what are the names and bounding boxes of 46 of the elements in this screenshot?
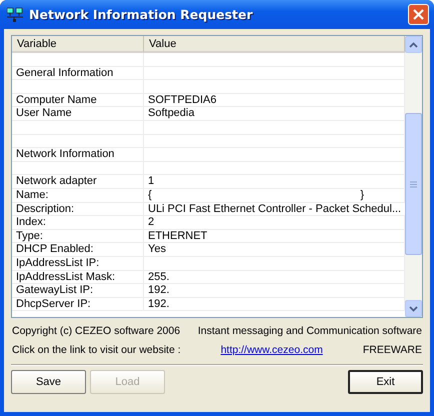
close-button[interactable] [408,4,429,25]
website-link[interactable]: http://www.cezeo.com [220,344,323,356]
visit-text: Click on the link to visit our website : [12,344,181,356]
value-text: 2 [148,216,154,229]
variable-label: User Name [16,107,72,120]
variable-label: Computer Name [16,94,97,106]
value-text: 192. [148,298,170,310]
close-icon [413,9,424,20]
network-computers-icon [7,6,23,22]
column-header[interactable]: Value [144,36,405,53]
variable-label: Name: [16,188,48,201]
value-text: Yes [148,243,166,256]
scroll-down-button[interactable] [405,300,422,317]
variable-label: Type: [16,230,43,242]
section-label: Network Information [16,148,114,160]
action-button[interactable]: Save [11,370,86,394]
value-text: 255. [148,270,170,284]
scroll-up-button[interactable] [405,36,422,53]
value-text: Softpedia [148,107,194,120]
value-text: { [148,188,152,202]
chevron-up-icon [409,42,418,48]
variable-label: Index: [16,216,46,228]
tagline-text: Instant messaging and Communication software [198,325,422,337]
scrollbar[interactable] [405,36,422,317]
variable-label: GatewayList IP: [16,284,94,296]
value-text: 192. [148,284,170,297]
scroll-thumb[interactable] [405,113,422,255]
value-text: ETHERNET [148,230,208,242]
copyright-text: Copyright (c) CEZEO software 2006 [12,325,180,337]
variable-label: DhcpServer IP: [16,298,91,310]
section-label: General Information [16,66,114,79]
variable-label: IpAddressList Mask: [16,270,116,282]
value-text: 1 [148,175,154,188]
action-button[interactable]: Exit [348,370,423,394]
variable-label: IpAddressList IP: [16,256,100,269]
variable-label: Description: [16,202,74,215]
license-text: FREEWARE [362,344,422,356]
variable-label: Network adapter [16,175,97,188]
grip-icon [410,180,417,188]
value-text: SOFTPEDIA6 [148,94,216,106]
value-text: ULi PCI Fast Ethernet Controller - Packet Schedul... [148,202,402,216]
value-text: } [360,188,364,202]
window-title: Network Information Requester [29,7,254,22]
column-header[interactable]: Variable [12,36,144,53]
chevron-down-icon [409,306,418,312]
variable-label: DHCP Enabled: [16,243,94,256]
